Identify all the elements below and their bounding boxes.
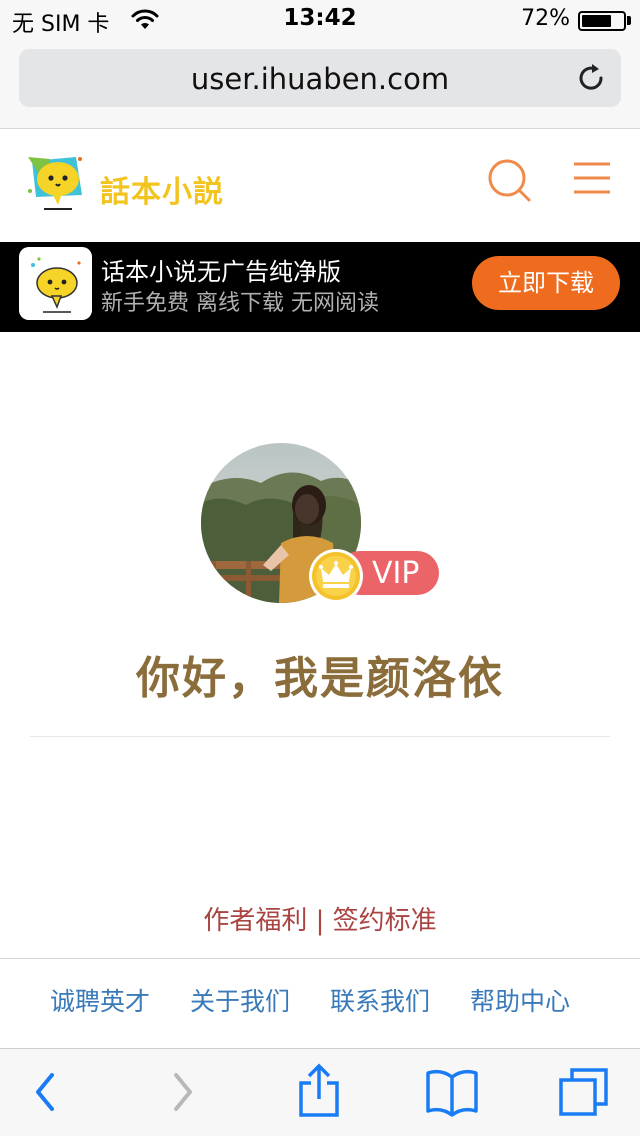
browser-toolbar (0, 1048, 640, 1136)
author-welfare-link[interactable]: 作者福利 (203, 906, 307, 936)
bookmarks-icon[interactable] (425, 1067, 479, 1117)
banner-subtitle: 新手免费 离线下载 无网阅读 (101, 291, 379, 316)
author-links: 作者福利 | 签约标准 (0, 900, 640, 937)
greeting-text: 你好，我是颜洛依 (136, 653, 504, 704)
logo-text[interactable]: 話本小説 (100, 167, 224, 211)
search-icon[interactable] (486, 157, 532, 203)
forward-arrow-icon[interactable] (168, 1069, 198, 1115)
share-icon[interactable] (297, 1063, 341, 1119)
logo-icon[interactable] (24, 151, 90, 213)
app-download-banner[interactable]: 话本小说无广告纯净版 新手免费 离线下载 无网阅读 立即下载 (0, 242, 640, 332)
divider (30, 736, 610, 737)
contract-standard-link[interactable]: 签约标准 (333, 906, 437, 936)
footer-link-about[interactable]: 关于我们 (190, 982, 290, 1018)
link-separator: | (315, 906, 325, 936)
footer-divider (0, 958, 640, 959)
banner-title: 话本小说无广告纯净版 (101, 258, 341, 286)
footer-nav: 诚聘英才 关于我们 联系我们 帮助中心 (0, 982, 640, 1022)
battery-percent: 72% (521, 6, 570, 31)
battery-tip (627, 16, 631, 25)
vip-badge: VIP (308, 548, 439, 603)
download-button[interactable]: 立即下载 (472, 256, 620, 310)
battery-icon (578, 11, 626, 31)
footer-link-help[interactable]: 帮助中心 (470, 982, 570, 1018)
back-arrow-icon[interactable] (30, 1069, 60, 1115)
url-text[interactable]: user.ihuaben.com (19, 62, 621, 96)
address-bar[interactable]: user.ihuaben.com (19, 49, 621, 107)
reload-icon[interactable] (575, 61, 609, 95)
crown-icon (309, 549, 363, 603)
tabs-icon[interactable] (558, 1067, 610, 1117)
footer-link-contact[interactable]: 联系我们 (330, 982, 430, 1018)
footer-link-careers[interactable]: 诚聘英才 (50, 982, 150, 1018)
status-bar: 无 SIM 卡 13:42 72% (0, 0, 640, 40)
menu-icon[interactable] (572, 161, 612, 195)
app-icon (19, 247, 92, 320)
browser-address-area: user.ihuaben.com (0, 40, 640, 129)
site-header: 話本小説 (0, 129, 640, 242)
vip-label: VIP (372, 556, 420, 591)
